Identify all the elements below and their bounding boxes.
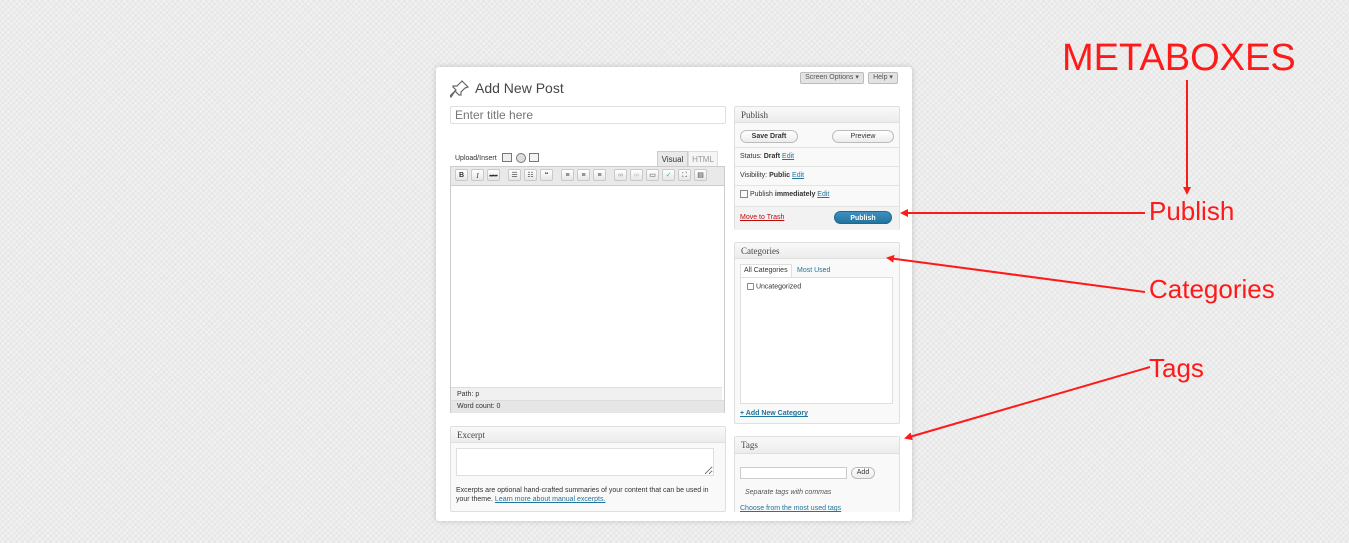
arrow-categories bbox=[886, 254, 1146, 293]
arrow-tags bbox=[904, 366, 1151, 441]
annotation-arrows bbox=[886, 80, 1191, 441]
